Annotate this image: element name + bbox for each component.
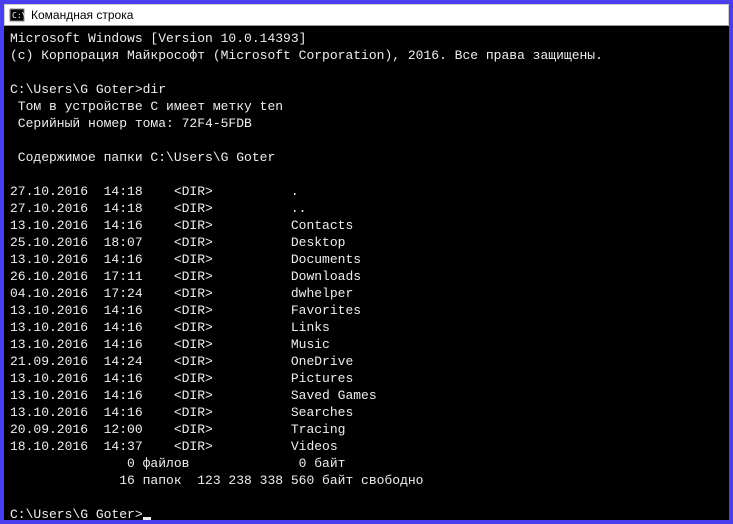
summary-files: 0 файлов 0 байт: [10, 456, 345, 471]
summary-dirs: 16 папок 123 238 338 560 байт свободно: [10, 473, 423, 488]
cursor: [143, 517, 151, 520]
terminal-output[interactable]: Microsoft Windows [Version 10.0.14393] (…: [4, 26, 729, 520]
header-line-1: Microsoft Windows [Version 10.0.14393]: [10, 31, 306, 46]
dir-listing: 27.10.2016 14:18 <DIR> . 27.10.2016 14:1…: [10, 184, 377, 454]
command-1: dir: [143, 82, 166, 97]
prompt-2: C:\Users\G Goter>: [10, 507, 143, 520]
volume-line: Том в устройстве C имеет метку ten: [10, 99, 283, 114]
svg-text:C:\: C:\: [12, 11, 25, 20]
serial-line: Серийный номер тома: 72F4-5FDB: [10, 116, 252, 131]
titlebar[interactable]: C:\ Командная строка: [4, 4, 729, 26]
window-title: Командная строка: [31, 8, 133, 22]
command-prompt-window: C:\ Командная строка Microsoft Windows […: [4, 4, 729, 520]
prompt-1: C:\Users\G Goter>: [10, 82, 143, 97]
contents-line: Содержимое папки C:\Users\G Goter: [10, 150, 275, 165]
header-line-2: (c) Корпорация Майкрософт (Microsoft Cor…: [10, 48, 603, 63]
cmd-icon: C:\: [9, 7, 25, 23]
